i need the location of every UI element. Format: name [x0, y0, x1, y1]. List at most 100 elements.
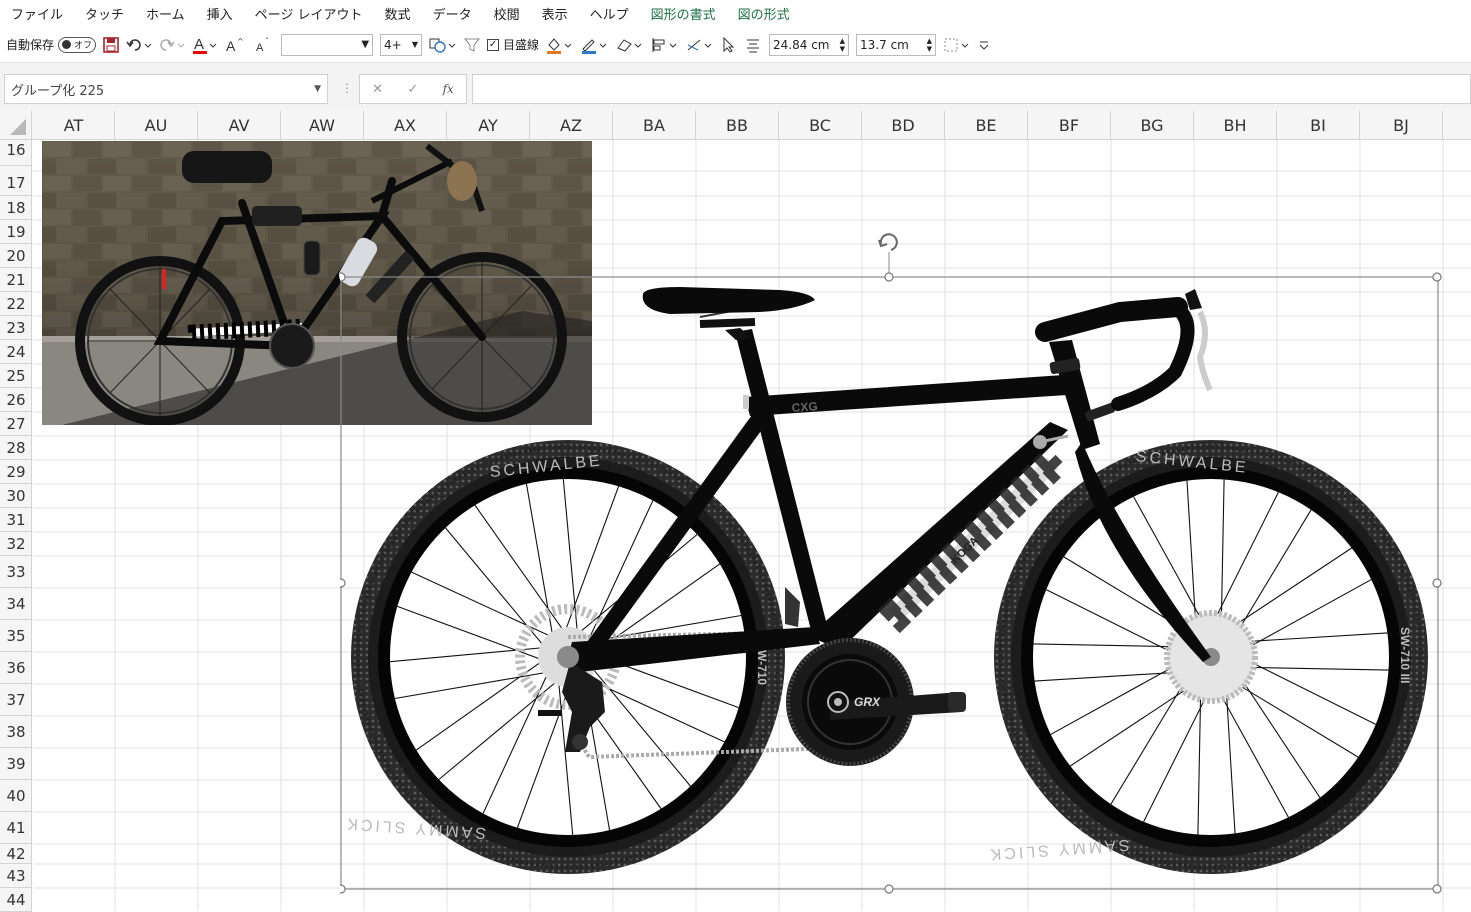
row-header-38[interactable]: 38 — [0, 716, 32, 748]
save-icon[interactable] — [103, 33, 119, 57]
menu-item-9[interactable]: ヘルプ — [579, 4, 640, 23]
rotate-icon[interactable] — [686, 33, 714, 57]
row-header-41[interactable]: 41 — [0, 812, 32, 844]
menu-item-8[interactable]: 表示 — [531, 4, 579, 23]
column-header-bi[interactable]: BI — [1277, 111, 1360, 140]
autosave-toggle[interactable]: オフ — [58, 36, 97, 53]
formula-input[interactable] — [472, 74, 1471, 104]
column-header-at[interactable]: AT — [33, 111, 115, 140]
autosave-control[interactable]: 自動保存 オフ — [6, 33, 97, 57]
row-header-17[interactable]: 17 — [0, 171, 32, 196]
row-header-40[interactable]: 40 — [0, 780, 32, 812]
column-header-aw[interactable]: AW — [281, 111, 364, 140]
column-header: AT AU AV AW AX AY AZ BA BB BC BD BE BF BG BH BI BJ — [0, 111, 1471, 140]
menu-item-10[interactable]: 図形の書式 — [640, 4, 727, 23]
filter-icon[interactable] — [464, 33, 481, 57]
column-header-ba[interactable]: BA — [613, 111, 696, 140]
bicycle-illustration-group[interactable]: SCHWALBE SCHWALBE SW-710 SW-710 III SAMM… — [340, 232, 1442, 894]
row-header-18[interactable]: 18 — [0, 196, 32, 220]
shape-height-input[interactable]: 24.84 cm ▲ ▼ — [769, 33, 850, 56]
column-header-ay[interactable]: AY — [447, 111, 530, 140]
column-header-bb[interactable]: BB — [696, 111, 779, 140]
formula-buttons: ✕ ✓ fx — [359, 74, 467, 104]
formula-bar: グループ化 225 ▼ ⋮ ✕ ✓ fx — [0, 63, 1471, 111]
align-icon[interactable] — [651, 33, 679, 57]
column-header-bd[interactable]: BD — [862, 111, 945, 140]
column-header-av[interactable]: AV — [198, 111, 281, 140]
column-header-bj[interactable]: BJ — [1360, 111, 1443, 140]
column-header-bg[interactable]: BG — [1111, 111, 1194, 140]
row-header-34[interactable]: 34 — [0, 588, 32, 620]
outline-color-icon[interactable] — [581, 33, 609, 57]
row-header-31[interactable]: 31 — [0, 508, 32, 532]
check-icon: ✓ — [487, 38, 500, 51]
name-box[interactable]: グループ化 225 ▼ — [4, 74, 328, 104]
row-header-16[interactable]: 16 — [0, 135, 32, 166]
menu-item-3[interactable]: 挿入 — [196, 4, 244, 23]
row-header-24[interactable]: 24 — [0, 340, 32, 364]
increase-font-icon[interactable]: A ^ — [225, 33, 247, 57]
row-header-32[interactable]: 32 — [0, 532, 32, 556]
row-header-43[interactable]: 43 — [0, 864, 32, 888]
menu-item-5[interactable]: 数式 — [374, 4, 422, 23]
frame-decal-top: CXG — [791, 399, 818, 415]
fill-color-icon[interactable] — [546, 33, 574, 57]
row-header-35[interactable]: 35 — [0, 620, 32, 652]
menu-item-7[interactable]: 校閲 — [483, 4, 531, 23]
row-header-44[interactable]: 44 — [0, 888, 32, 912]
svg-text:GRX: GRX — [854, 695, 881, 709]
row-header-29[interactable]: 29 — [0, 460, 32, 484]
select-pointer-icon[interactable] — [721, 33, 737, 57]
decrease-font-icon[interactable]: Aˇ — [254, 33, 274, 57]
row-header-27[interactable]: 27 — [0, 412, 32, 436]
column-header-au[interactable]: AU — [115, 111, 198, 140]
row-header-39[interactable]: 39 — [0, 748, 32, 780]
cancel-icon[interactable]: ✕ — [372, 82, 383, 97]
row-header-23[interactable]: 23 — [0, 316, 32, 340]
svg-text:ˇ: ˇ — [265, 37, 269, 46]
shapes-icon[interactable] — [429, 33, 457, 57]
menu-item-2[interactable]: ホーム — [135, 4, 196, 23]
column-header-bf[interactable]: BF — [1028, 111, 1111, 140]
menu-item-6[interactable]: データ — [422, 4, 483, 23]
undo-icon[interactable] — [126, 33, 152, 57]
customize-toolbar-icon[interactable] — [978, 33, 990, 57]
row-header-19[interactable]: 19 — [0, 220, 32, 244]
column-header-ax[interactable]: AX — [364, 111, 447, 140]
row-header-37[interactable]: 37 — [0, 684, 32, 716]
column-header-bc[interactable]: BC — [779, 111, 862, 140]
gridlines-checkbox[interactable]: ✓ 目盛線 — [487, 33, 539, 57]
redo-icon[interactable] — [159, 33, 185, 57]
row-header-36[interactable]: 36 — [0, 652, 32, 684]
saddle — [642, 287, 815, 314]
menu-item-0[interactable]: ファイル — [0, 4, 74, 23]
font-color-icon[interactable]: A — [192, 33, 218, 57]
font-name-select[interactable]: ▼ — [281, 33, 374, 56]
shape-width-input[interactable]: 13.7 cm ▲ ▼ — [856, 33, 937, 56]
row-header-33[interactable]: 33 — [0, 556, 32, 588]
confirm-icon[interactable]: ✓ — [407, 82, 418, 97]
row-header-20[interactable]: 20 — [0, 244, 32, 268]
rotate-handle-icon — [878, 233, 898, 251]
menu-item-1[interactable]: タッチ — [74, 4, 135, 23]
row-header-26[interactable]: 26 — [0, 388, 32, 412]
effects-icon[interactable] — [616, 33, 644, 57]
row-header-22[interactable]: 22 — [0, 292, 32, 316]
row-header-28[interactable]: 28 — [0, 436, 32, 460]
column-header-bh[interactable]: BH — [1194, 111, 1277, 140]
menu-item-11[interactable]: 図の形式 — [727, 4, 801, 23]
row-header-30[interactable]: 30 — [0, 484, 32, 508]
svg-text:A: A — [256, 42, 264, 53]
chevron-down-icon: ▼ — [314, 84, 321, 94]
font-size-select[interactable]: 4+ ▼ — [380, 33, 423, 56]
borders-icon[interactable] — [943, 33, 971, 57]
menu-item-4[interactable]: ページ レイアウト — [244, 4, 374, 23]
insert-function-button[interactable]: fx — [443, 82, 454, 96]
row-header-25[interactable]: 25 — [0, 364, 32, 388]
autosave-label: 自動保存 — [6, 38, 55, 52]
column-header-az[interactable]: AZ — [530, 111, 613, 140]
column-header-be[interactable]: BE — [945, 111, 1028, 140]
align-center-icon[interactable] — [744, 33, 762, 57]
row-header-42[interactable]: 42 — [0, 844, 32, 864]
row-header-21[interactable]: 21 — [0, 268, 32, 292]
